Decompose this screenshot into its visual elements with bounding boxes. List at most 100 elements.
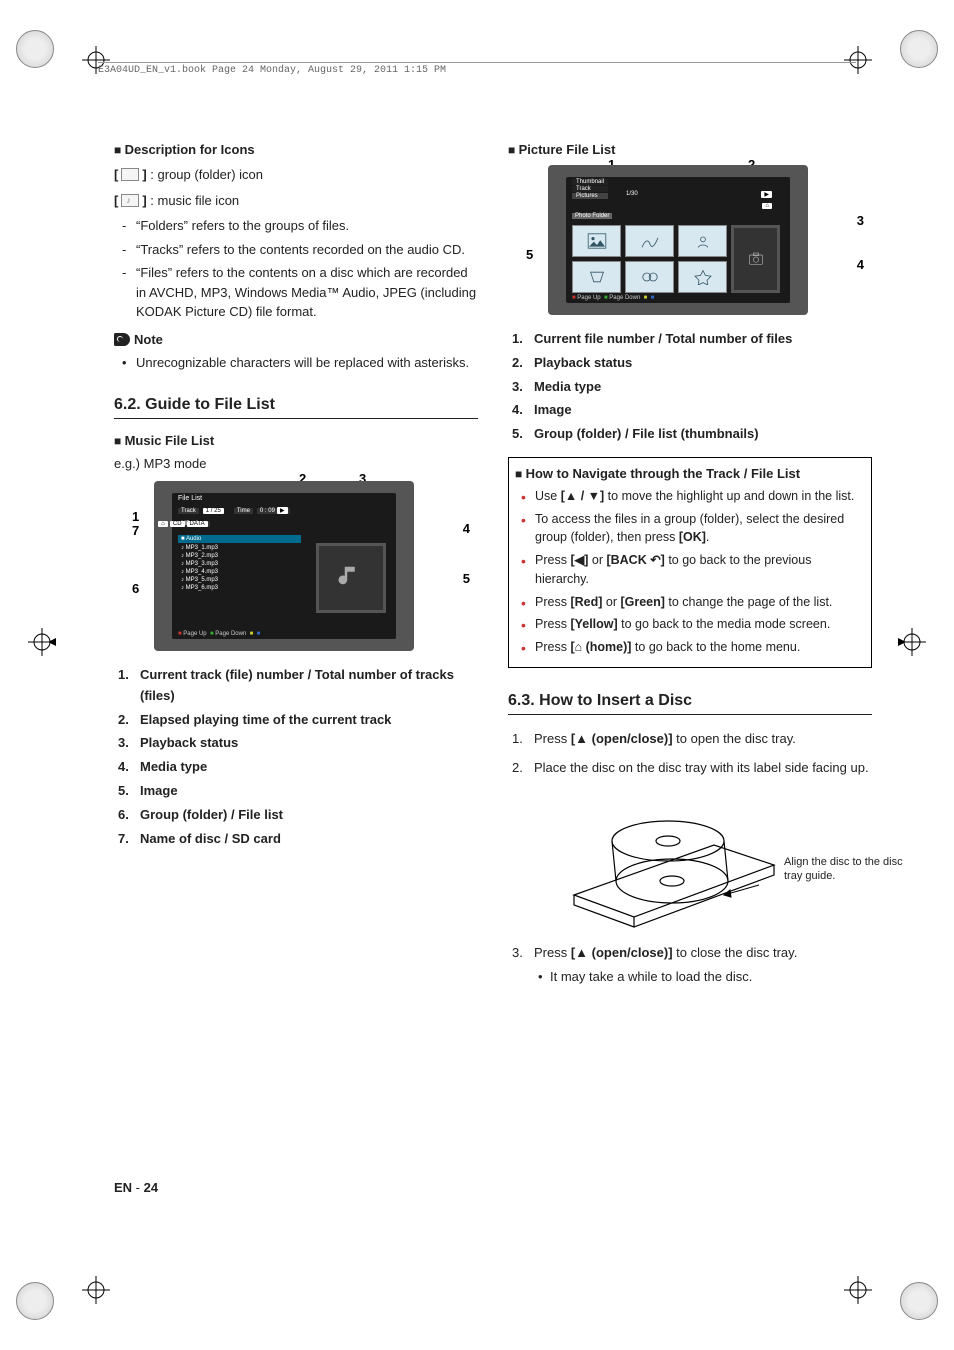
picture-screenshot-wrap: 1 2 3 4 5 Thumbnail Track Pictures 1/30 …: [508, 165, 872, 315]
icon-legend-music: [] : music file icon: [114, 191, 478, 211]
ss-media-home-icon: ⌂: [158, 521, 168, 527]
icon-legend-group: [] : group (folder) icon: [114, 165, 478, 185]
callout-7: 7: [132, 523, 139, 538]
heading-picture-file-list: Picture File List: [508, 142, 872, 157]
legend-item: Current track (file) number / Total numb…: [114, 665, 478, 707]
pic-count: 1/30: [626, 191, 638, 197]
callout-p4: 4: [857, 257, 864, 272]
picture-legend: Current file number / Total number of fi…: [508, 329, 872, 445]
folder-icon: [121, 168, 139, 181]
pic-thumb-grid: [572, 225, 780, 293]
ss-track-count: 1 / 25: [203, 508, 224, 514]
sym-ok: [OK]: [679, 530, 706, 544]
footer-lang: EN: [114, 1180, 132, 1195]
footer-dash: -: [132, 1180, 144, 1195]
thumb: [572, 225, 621, 257]
callout-p5: 5: [526, 247, 533, 262]
step-1: Press [▲ (open/close)] to open the disc …: [508, 729, 872, 750]
dash-item: “Folders” refers to the groups of files.: [114, 216, 478, 236]
music-file-list-ui: File List Track 1 / 25 Time 0 : 09 : 12 …: [154, 481, 414, 651]
picture-file-list-ui: Thumbnail Track Pictures 1/30 ▶ ⌂ Photo …: [548, 165, 808, 315]
page-footer: EN - 24: [114, 1180, 158, 1195]
section-6-2: 6.2. Guide to File List: [114, 396, 478, 419]
ss-file: ♪ MP3_2.mp3: [178, 552, 301, 560]
music-screenshot-wrap: 1 7 2 3 4 5 6 File List Track 1 / 25 Tim…: [114, 481, 478, 651]
ss-folder: ■ Audio: [178, 535, 301, 543]
icon-notes-list: “Folders” refers to the groups of files.…: [114, 216, 478, 322]
thumb: [625, 261, 674, 293]
ss-image-area: [316, 543, 386, 613]
ss-track-label: Track: [178, 508, 199, 514]
decor-circle-tl: [16, 30, 54, 68]
cropmark-ml: [28, 628, 56, 656]
legend-item: Group (folder) / File list: [114, 805, 478, 826]
pic-folder-label: Photo Folder: [572, 213, 612, 219]
howto-item: Press [Yellow] to go back to the media m…: [515, 615, 865, 634]
howto-item: Press [Red] or [Green] to change the pag…: [515, 593, 865, 612]
thumb: [572, 261, 621, 293]
sym-up-down: [▲ / ▼]: [561, 489, 605, 503]
legend-item: Current file number / Total number of fi…: [508, 329, 872, 350]
thumb: [625, 225, 674, 257]
step-3: Press [▲ (open/close)] to close the disc…: [508, 943, 872, 989]
right-column: Picture File List 1 2 3 4 5 Thumbnail Tr…: [508, 142, 872, 1210]
howto-item: Use [▲ / ▼] to move the highlight up and…: [515, 487, 865, 506]
callout-p3: 3: [857, 213, 864, 228]
footer-page-num: 24: [144, 1180, 158, 1195]
heading-description-icons: Description for Icons: [114, 142, 478, 157]
icon-legend-music-text: : music file icon: [147, 193, 239, 208]
thumb: [678, 225, 727, 257]
dash-item: “Tracks” refers to the contents recorded…: [114, 240, 478, 260]
icon-legend-group-text: : group (folder) icon: [147, 167, 263, 182]
sym-yellow: [Yellow]: [570, 617, 617, 631]
left-column: Description for Icons [] : group (folder…: [114, 142, 478, 1210]
ss-media-data: DATA: [187, 521, 208, 527]
step-2: Place the disc on the disc tray with its…: [508, 758, 872, 935]
thumb: [678, 261, 727, 293]
music-legend: Current track (file) number / Total numb…: [114, 665, 478, 849]
pic-play-icon: ▶: [761, 191, 772, 198]
legend-item: Group (folder) / File list (thumbnails): [508, 424, 872, 445]
note-item: Unrecognizable characters will be replac…: [114, 353, 478, 373]
note-heading-text: Note: [134, 332, 163, 347]
insert-disc-steps: Press [▲ (open/close)] to open the disc …: [508, 729, 872, 988]
decor-circle-br: [900, 1282, 938, 1320]
sym-open-close: [▲ (open/close)]: [571, 731, 673, 746]
book-header: E3A04UD_EN_v1.book Page 24 Monday, Augus…: [98, 62, 856, 76]
pic-tab-pictures: Pictures: [572, 193, 608, 199]
callout-5: 5: [463, 571, 470, 586]
step-3-sub: It may take a while to load the disc.: [534, 967, 872, 988]
legend-item: Media type: [508, 377, 872, 398]
sym-green: [Green]: [620, 595, 664, 609]
sym-red: [Red]: [570, 595, 602, 609]
ss-play-icon: ▶: [277, 507, 288, 514]
heading-music-file-list: Music File List: [114, 433, 478, 448]
note-list: Unrecognizable characters will be replac…: [114, 353, 478, 373]
decor-circle-tr: [900, 30, 938, 68]
pic-footer: ■ Page Up ■ Page Down ■ ■: [572, 295, 654, 301]
ss-file: ♪ MP3_1.mp3: [178, 544, 301, 552]
ss-time-label: Time: [234, 508, 253, 514]
ss-file: ♪ MP3_3.mp3: [178, 560, 301, 568]
cropmark-mr: [898, 628, 926, 656]
ss-file-list: ■ Audio ♪ MP3_1.mp3 ♪ MP3_2.mp3 ♪ MP3_3.…: [178, 535, 301, 592]
ss-title: File List: [178, 495, 202, 502]
dash-item: “Files” refers to the contents on a disc…: [114, 263, 478, 322]
pic-media-icon: ⌂: [762, 203, 772, 209]
note-icon: [114, 333, 130, 346]
ss-file: ♪ MP3_6.mp3: [178, 584, 301, 592]
legend-item: Playback status: [114, 733, 478, 754]
sym-back: [BACK ↶]: [606, 553, 664, 567]
callout-6: 6: [132, 581, 139, 596]
howto-navigate-box: How to Navigate through the Track / File…: [508, 457, 872, 668]
pic-image-area: [731, 225, 780, 293]
sym-left: [◀]: [570, 553, 588, 567]
legend-item: Playback status: [508, 353, 872, 374]
ss-file: ♪ MP3_5.mp3: [178, 576, 301, 584]
legend-item: Media type: [114, 757, 478, 778]
music-file-icon: [121, 194, 139, 207]
callout-4: 4: [463, 521, 470, 536]
howto-item: Press [⌂ (home)] to go back to the home …: [515, 638, 865, 657]
howto-heading: How to Navigate through the Track / File…: [515, 466, 865, 481]
sym-home: [⌂ (home)]: [570, 640, 631, 654]
